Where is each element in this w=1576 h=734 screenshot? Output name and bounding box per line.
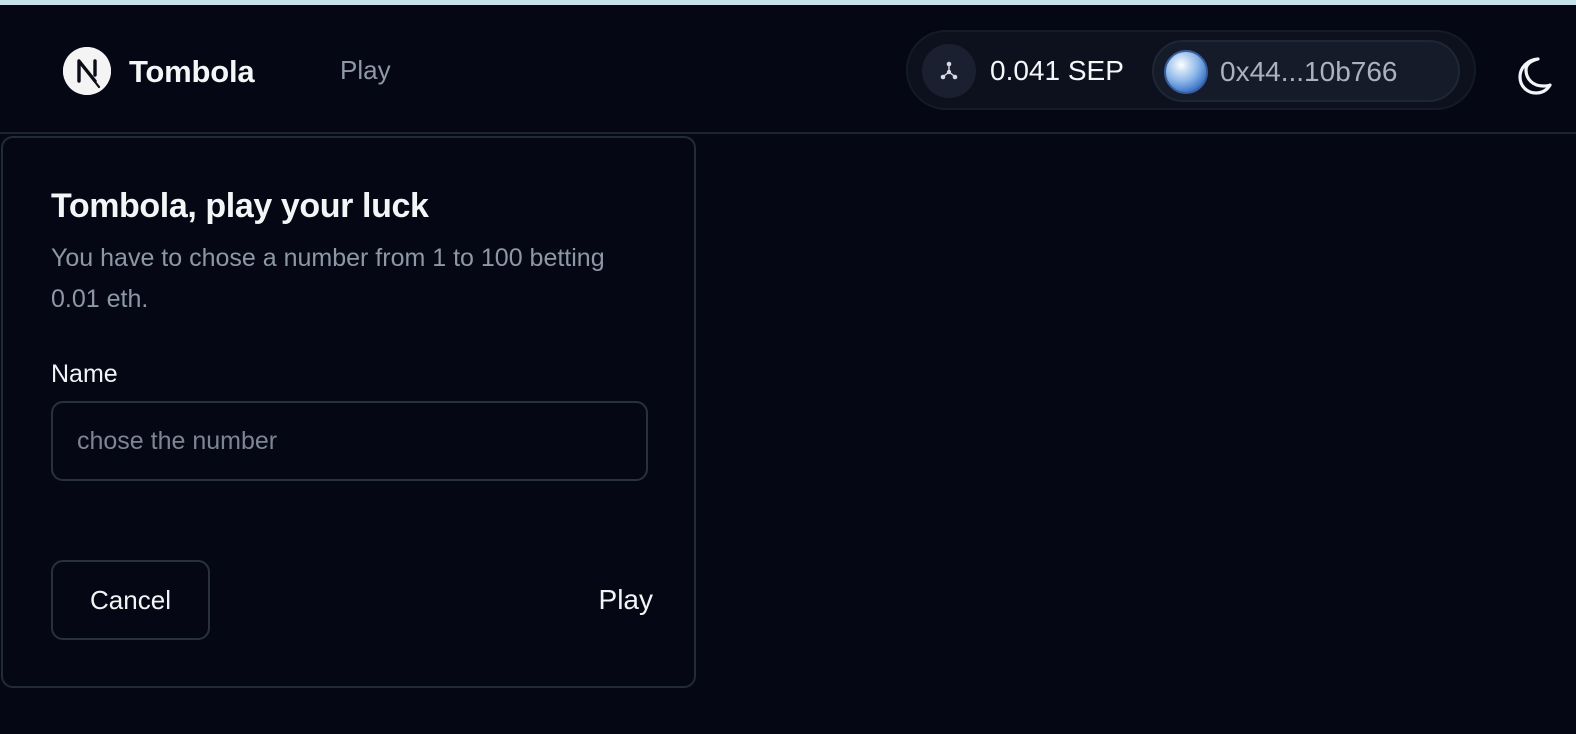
theme-toggle-button[interactable] bbox=[1508, 51, 1556, 99]
wallet-balance: 0.041 SEP bbox=[990, 55, 1124, 86]
wallet-avatar-icon bbox=[1164, 50, 1208, 94]
number-input[interactable] bbox=[51, 401, 648, 481]
wallet-connect-pill[interactable]: 0.041 SEP 0x44...10b766 bbox=[906, 30, 1476, 110]
brand-logo[interactable] bbox=[63, 47, 111, 95]
card-description: You have to chose a number from 1 to 100… bbox=[51, 244, 605, 313]
network-button[interactable] bbox=[922, 44, 976, 98]
moon-icon bbox=[1518, 57, 1552, 95]
wallet-address: 0x44...10b766 bbox=[1220, 56, 1398, 87]
nav-link-play[interactable]: Play bbox=[340, 55, 391, 86]
top-navbar: Tombola Play 0.041 SEP 0x44...10b766 bbox=[0, 5, 1576, 134]
card-title: Tombola, play your luck bbox=[51, 187, 429, 225]
network-icon bbox=[940, 61, 958, 80]
tombola-card: Tombola, play your luck You have to chos… bbox=[1, 136, 696, 688]
next-logo-icon bbox=[63, 47, 111, 95]
number-field-label: Name bbox=[51, 360, 118, 388]
play-button[interactable]: Play bbox=[573, 560, 653, 640]
wallet-address-button[interactable]: 0x44...10b766 bbox=[1152, 40, 1460, 102]
brand-name[interactable]: Tombola bbox=[129, 54, 255, 90]
cancel-button[interactable]: Cancel bbox=[51, 560, 210, 640]
